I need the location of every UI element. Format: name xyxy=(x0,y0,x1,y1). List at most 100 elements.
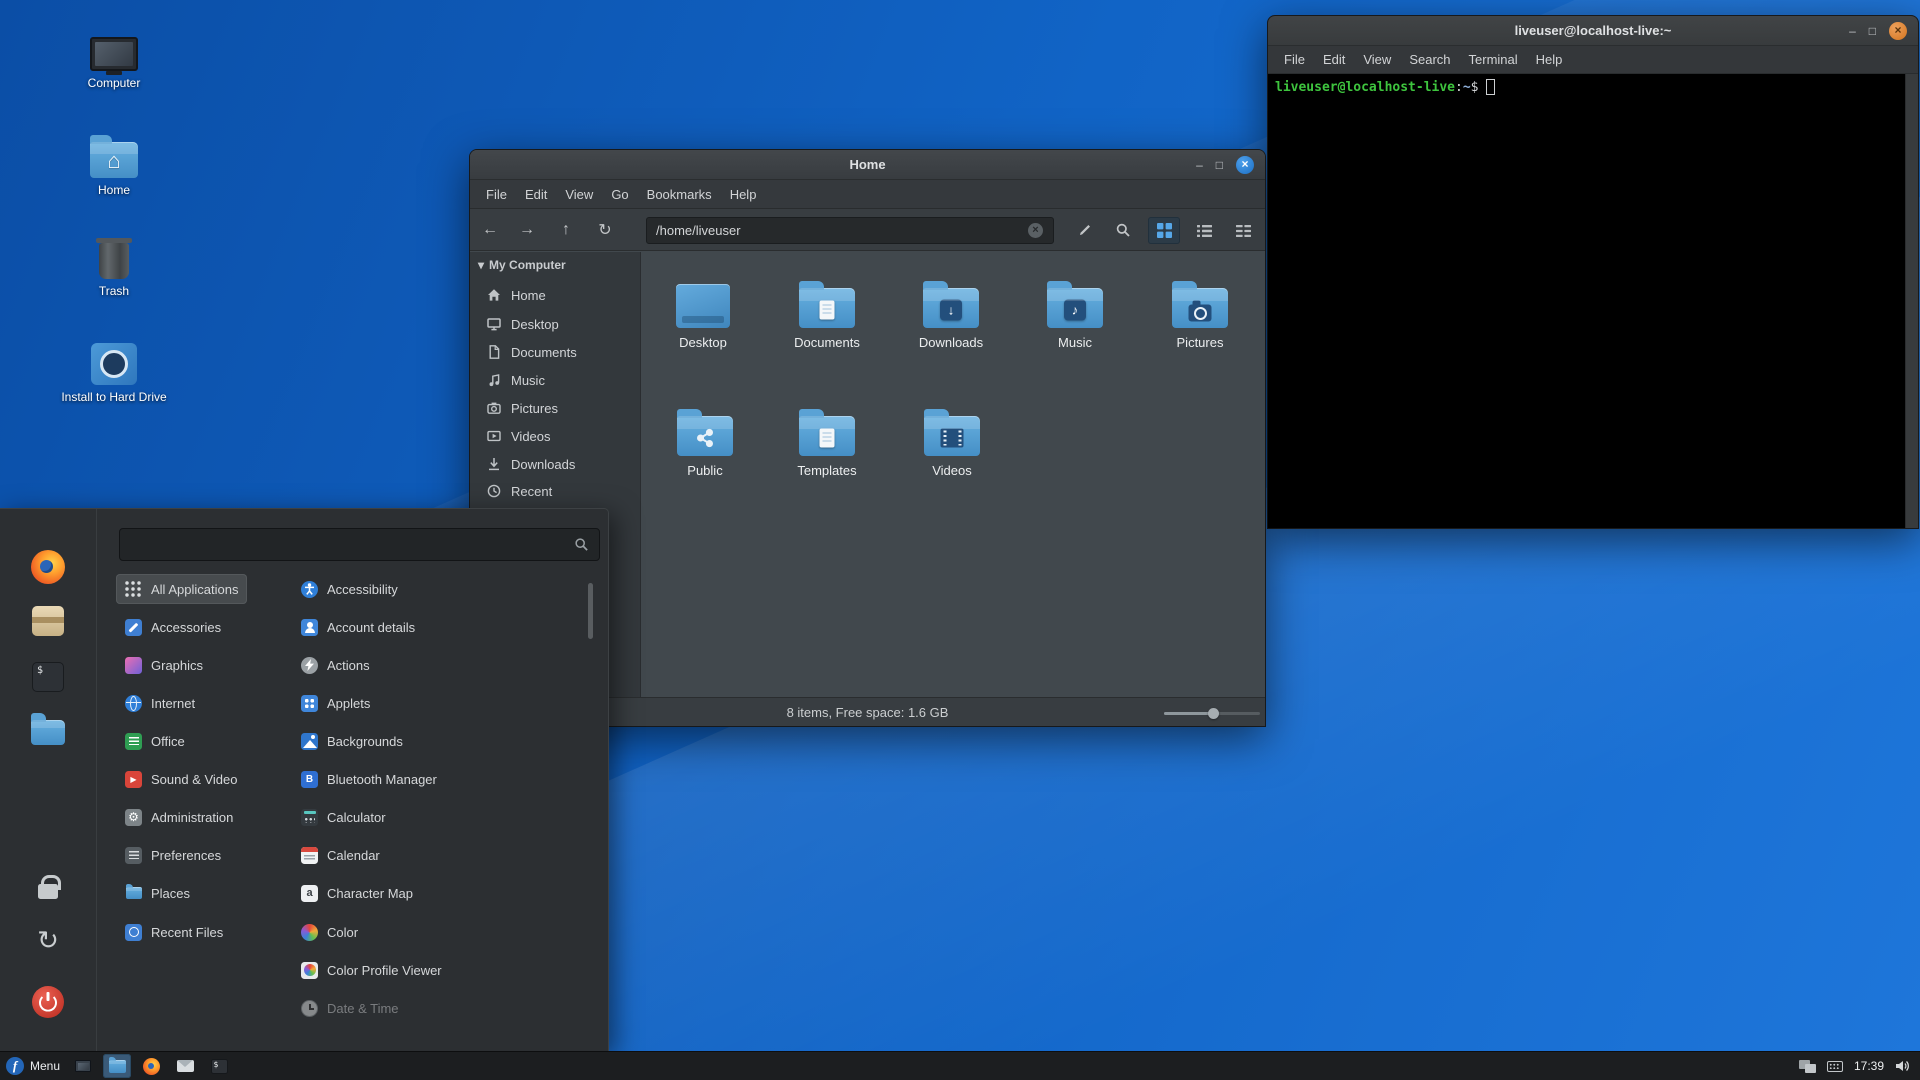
icon-view-button[interactable] xyxy=(1148,217,1180,244)
menu-scrollbar[interactable] xyxy=(588,583,593,639)
file-item-templates[interactable]: Templates xyxy=(771,398,883,478)
category-graphics[interactable]: Graphics xyxy=(116,650,212,680)
zoom-slider[interactable] xyxy=(1164,712,1260,715)
clear-location-icon[interactable]: × xyxy=(1028,223,1043,238)
forward-button[interactable]: → xyxy=(513,216,541,244)
firefox-launcher[interactable] xyxy=(137,1054,165,1078)
location-input[interactable] xyxy=(646,217,1054,244)
menu-edit[interactable]: Edit xyxy=(1314,52,1354,67)
terminal-launcher[interactable]: $ xyxy=(205,1054,233,1078)
menu-file[interactable]: File xyxy=(477,187,516,202)
compact-view-button[interactable] xyxy=(1227,217,1259,244)
category-administration[interactable]: ⚙ Administration xyxy=(116,802,242,832)
zoom-slider-knob[interactable] xyxy=(1208,708,1219,719)
category-label: Preferences xyxy=(151,848,221,863)
terminal-titlebar[interactable]: liveuser@localhost-live:~ – □ × xyxy=(1268,16,1918,46)
app-color-profile-viewer[interactable]: Color Profile Viewer xyxy=(292,955,451,985)
file-item-downloads[interactable]: ↓ Downloads xyxy=(895,270,1007,350)
terminal-scrollbar[interactable] xyxy=(1905,74,1918,528)
app-date-time[interactable]: Date & Time xyxy=(292,993,408,1023)
category-internet[interactable]: Internet xyxy=(116,688,204,718)
menu-file[interactable]: File xyxy=(1275,52,1314,67)
menu-button[interactable]: f Menu xyxy=(0,1052,69,1080)
app-backgrounds[interactable]: Backgrounds xyxy=(292,726,412,756)
sidebar-item-home[interactable]: Home xyxy=(470,282,640,308)
clock[interactable]: 17:39 xyxy=(1854,1059,1884,1073)
category-accessories[interactable]: Accessories xyxy=(116,612,230,642)
app-color[interactable]: Color xyxy=(292,917,367,947)
file-item-desktop[interactable]: Desktop xyxy=(647,270,759,350)
desktop-icon-home[interactable]: ⌂ Home xyxy=(58,142,170,197)
app-actions[interactable]: Actions xyxy=(292,650,379,680)
menu-bookmarks[interactable]: Bookmarks xyxy=(638,187,721,202)
app-applets[interactable]: Applets xyxy=(292,688,379,718)
category-preferences[interactable]: Preferences xyxy=(116,840,230,870)
app-calendar[interactable]: Calendar xyxy=(292,840,389,870)
sidebar-item-pictures[interactable]: Pictures xyxy=(470,395,640,421)
desktop-icon-computer[interactable]: Computer xyxy=(58,37,170,90)
category-office[interactable]: Office xyxy=(116,726,194,756)
file-item-videos[interactable]: Videos xyxy=(896,398,1008,478)
session-logout[interactable]: ↻ xyxy=(37,927,59,953)
favorite-software[interactable] xyxy=(32,606,64,636)
volume-icon[interactable] xyxy=(1895,1059,1910,1073)
file-manager-content[interactable]: Desktop Documents ↓ Downloads ♪ Music Pi… xyxy=(642,252,1265,697)
sidebar-item-downloads[interactable]: Downloads xyxy=(470,451,640,477)
category-sound-video[interactable]: ▶ Sound & Video xyxy=(116,764,247,794)
list-view-button[interactable] xyxy=(1188,217,1220,244)
minimize-button[interactable]: – xyxy=(1196,159,1203,171)
app-character-map[interactable]: a Character Map xyxy=(292,878,422,908)
app-bluetooth-manager[interactable]: B Bluetooth Manager xyxy=(292,764,446,794)
app-account-details[interactable]: Account details xyxy=(292,612,424,642)
sidebar-item-videos[interactable]: Videos xyxy=(470,423,640,449)
menu-view[interactable]: View xyxy=(556,187,602,202)
edit-location-icon[interactable] xyxy=(1071,216,1099,244)
back-button[interactable]: ← xyxy=(476,216,504,244)
desktop-icon-install[interactable]: Install to Hard Drive xyxy=(58,343,170,404)
menu-edit[interactable]: Edit xyxy=(516,187,556,202)
close-button[interactable]: × xyxy=(1889,22,1907,40)
file-item-documents[interactable]: Documents xyxy=(771,270,883,350)
sidebar-section-my-computer[interactable]: ▾ My Computer xyxy=(478,258,566,272)
favorite-firefox[interactable] xyxy=(31,550,65,584)
network-icon[interactable] xyxy=(1799,1060,1816,1073)
keyboard-layout-icon[interactable] xyxy=(1827,1061,1843,1072)
menu-search-input[interactable] xyxy=(119,528,600,561)
category-recent-files[interactable]: Recent Files xyxy=(116,917,232,947)
sidebar-item-documents[interactable]: Documents xyxy=(470,339,640,365)
category-places[interactable]: Places xyxy=(116,878,199,908)
menu-view[interactable]: View xyxy=(1354,52,1400,67)
menu-help[interactable]: Help xyxy=(721,187,766,202)
file-item-music[interactable]: ♪ Music xyxy=(1019,270,1131,350)
desktop-icon-trash[interactable]: Trash xyxy=(58,243,170,298)
screen: { "glyphs": { "minimize": "–", "maximize… xyxy=(0,0,1920,1080)
file-manager-titlebar[interactable]: Home – □ × xyxy=(470,150,1265,180)
show-desktop-button[interactable] xyxy=(69,1054,97,1078)
minimize-button[interactable]: – xyxy=(1849,25,1856,37)
up-button[interactable]: ↑ xyxy=(552,216,580,244)
sidebar-item-recent[interactable]: Recent xyxy=(470,478,640,504)
session-lock[interactable] xyxy=(38,873,58,899)
mail-launcher[interactable] xyxy=(171,1054,199,1078)
menu-terminal[interactable]: Terminal xyxy=(1460,52,1527,67)
refresh-button[interactable]: ↻ xyxy=(591,216,619,244)
file-item-pictures[interactable]: Pictures xyxy=(1144,270,1256,350)
session-shutdown[interactable] xyxy=(32,986,64,1018)
maximize-button[interactable]: □ xyxy=(1216,159,1223,171)
favorite-files[interactable] xyxy=(31,720,65,745)
menu-go[interactable]: Go xyxy=(602,187,637,202)
app-accessibility[interactable]: Accessibility xyxy=(292,574,407,604)
search-icon[interactable] xyxy=(1109,216,1137,244)
file-manager-task-button[interactable] xyxy=(103,1054,131,1078)
menu-help[interactable]: Help xyxy=(1527,52,1572,67)
app-calculator[interactable]: Calculator xyxy=(292,802,395,832)
maximize-button[interactable]: □ xyxy=(1869,25,1876,37)
terminal-output[interactable]: liveuser@localhost-live:~$ xyxy=(1268,74,1905,528)
sidebar-item-desktop[interactable]: Desktop xyxy=(470,311,640,337)
category-all-applications[interactable]: All Applications xyxy=(116,574,247,604)
file-item-public[interactable]: Public xyxy=(649,398,761,478)
menu-search[interactable]: Search xyxy=(1400,52,1459,67)
close-button[interactable]: × xyxy=(1236,156,1254,174)
sidebar-item-music[interactable]: Music xyxy=(470,367,640,393)
favorite-terminal[interactable]: $ xyxy=(32,662,64,692)
